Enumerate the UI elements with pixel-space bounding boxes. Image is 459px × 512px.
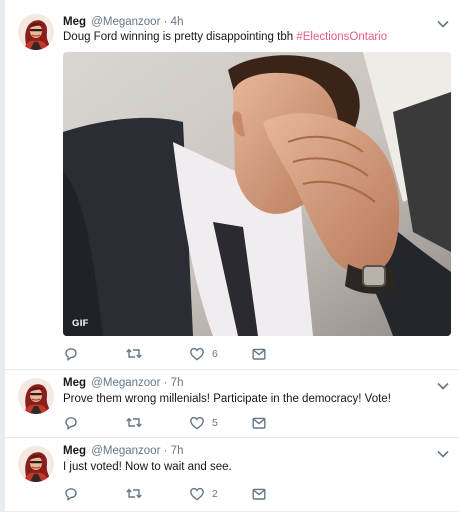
like-button[interactable]: 5 bbox=[189, 415, 218, 431]
tweet-actions: 2 bbox=[63, 486, 303, 502]
tweet-timestamp[interactable]: 7h bbox=[171, 445, 184, 457]
user-handle[interactable]: @Meganzoor bbox=[91, 16, 160, 28]
avatar[interactable] bbox=[18, 14, 54, 50]
like-button[interactable]: 6 bbox=[189, 346, 218, 362]
heart-icon bbox=[189, 486, 205, 502]
reply-button[interactable] bbox=[63, 415, 79, 431]
tweet-body: Doug Ford winning is pretty disappointin… bbox=[63, 31, 297, 43]
reply-icon bbox=[63, 486, 79, 502]
direct-message-button[interactable] bbox=[251, 415, 267, 431]
retweet-icon bbox=[125, 346, 143, 362]
gif-badge: GIF bbox=[72, 318, 89, 329]
facepalm-gif-image bbox=[63, 52, 451, 336]
tweet-header: Meg @Meganzoor · 7h bbox=[63, 376, 183, 390]
separator-dot: · bbox=[163, 445, 168, 457]
user-name[interactable]: Meg bbox=[63, 445, 86, 457]
tweet[interactable]: Meg @Meganzoor · 4h Doug Ford winning is… bbox=[5, 0, 459, 370]
tweet-timestamp[interactable]: 7h bbox=[171, 377, 184, 389]
gif-media[interactable]: GIF bbox=[63, 52, 451, 336]
tweet-text: Doug Ford winning is pretty disappointin… bbox=[63, 30, 387, 45]
tweet-timestamp[interactable]: 4h bbox=[171, 16, 184, 28]
tweet-text: Prove them wrong millenials! Participate… bbox=[63, 393, 391, 405]
chevron-down-icon[interactable] bbox=[436, 379, 450, 391]
direct-message-icon bbox=[251, 486, 267, 502]
chevron-down-icon[interactable] bbox=[436, 447, 450, 459]
like-button[interactable]: 2 bbox=[189, 486, 218, 502]
tweet-header: Meg @Meganzoor · 7h bbox=[63, 444, 183, 458]
reply-button[interactable] bbox=[63, 346, 79, 362]
timeline: Meg @Meganzoor · 4h Doug Ford winning is… bbox=[4, 0, 459, 512]
retweet-button[interactable] bbox=[125, 415, 143, 431]
like-count: 2 bbox=[212, 488, 218, 500]
like-count: 5 bbox=[212, 417, 218, 429]
avatar[interactable] bbox=[18, 446, 54, 482]
user-handle[interactable]: @Meganzoor bbox=[91, 377, 160, 389]
tweet[interactable]: Meg @Meganzoor · 7h Prove them wrong mil… bbox=[5, 370, 459, 438]
separator-dot: · bbox=[163, 377, 168, 389]
user-handle[interactable]: @Meganzoor bbox=[91, 445, 160, 457]
retweet-icon bbox=[125, 486, 143, 502]
tweet-header: Meg @Meganzoor · 4h bbox=[63, 15, 183, 29]
tweet-actions: 6 bbox=[63, 346, 303, 362]
retweet-button[interactable] bbox=[125, 486, 143, 502]
heart-icon bbox=[189, 346, 205, 362]
like-count: 6 bbox=[212, 348, 218, 360]
heart-icon bbox=[189, 415, 205, 431]
direct-message-button[interactable] bbox=[251, 486, 267, 502]
chevron-down-icon[interactable] bbox=[436, 17, 450, 29]
retweet-icon bbox=[125, 415, 143, 431]
direct-message-button[interactable] bbox=[251, 346, 267, 362]
reply-button[interactable] bbox=[63, 486, 79, 502]
user-name[interactable]: Meg bbox=[63, 16, 86, 28]
avatar[interactable] bbox=[18, 378, 54, 414]
reply-icon bbox=[63, 346, 79, 362]
separator-dot: · bbox=[163, 16, 168, 28]
tweet-text: I just voted! Now to wait and see. bbox=[63, 461, 232, 473]
direct-message-icon bbox=[251, 346, 267, 362]
tweet-actions: 5 bbox=[63, 415, 303, 431]
user-name[interactable]: Meg bbox=[63, 377, 86, 389]
hashtag-link[interactable]: #ElectionsOntario bbox=[296, 31, 387, 43]
direct-message-icon bbox=[251, 415, 267, 431]
retweet-button[interactable] bbox=[125, 346, 143, 362]
reply-icon bbox=[63, 415, 79, 431]
tweet[interactable]: Meg @Meganzoor · 7h I just voted! Now to… bbox=[5, 438, 459, 512]
